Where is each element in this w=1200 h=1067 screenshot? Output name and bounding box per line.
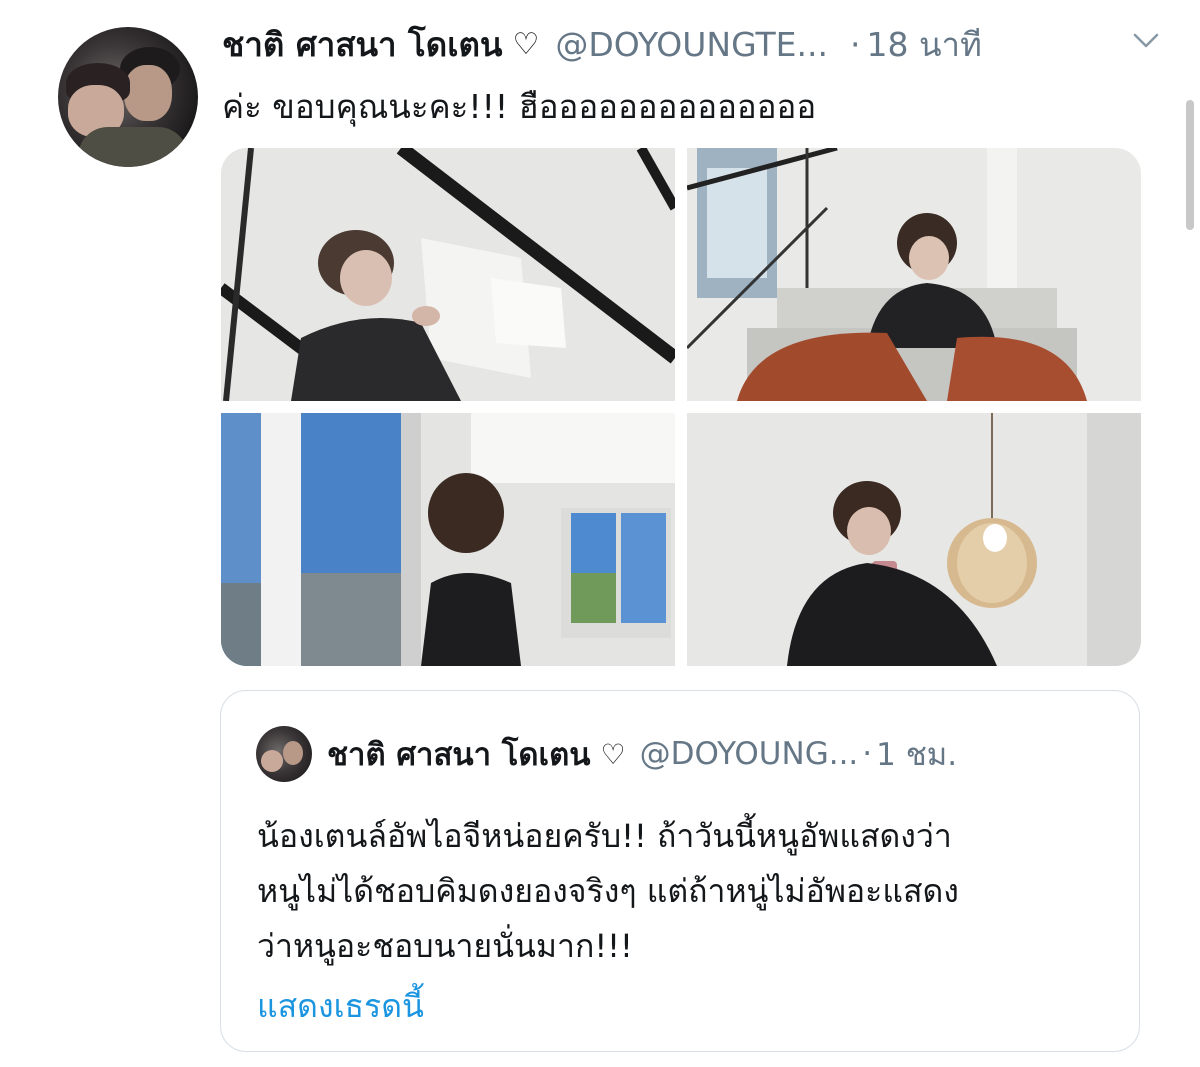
quote-text-line: น้องเตนล์อัพไอจีหน่อยครับ!! ถ้าวันนี้หนู… <box>257 817 952 855</box>
quote-user-handle[interactable]: @DOYOUNG... <box>640 736 859 772</box>
photo-2[interactable] <box>687 148 1141 401</box>
quote-header: ชาติ ศาสนา โดเตน ♡ @DOYOUNG... · 1 ชม. <box>327 731 957 777</box>
display-name[interactable]: ชาติ ศาสนา โดเตน <box>222 18 502 71</box>
chevron-down-icon[interactable] <box>1132 26 1160 54</box>
media-grid <box>221 148 1141 666</box>
tweet-text: ค่ะ ขอบคุณนะคะ!!! ฮืออออออออออออออ <box>222 87 817 126</box>
scrollbar[interactable] <box>1186 100 1194 230</box>
photo-1[interactable] <box>221 148 675 401</box>
separator-dot: · <box>850 24 861 64</box>
quote-avatar[interactable] <box>256 726 312 782</box>
quote-text-line: ว่าหนูอะชอบนายนั่นมาก!!! <box>257 927 633 965</box>
quote-timestamp[interactable]: 1 ชม. <box>876 729 957 779</box>
timestamp[interactable]: 18 นาที <box>867 18 982 71</box>
avatar[interactable] <box>58 27 198 167</box>
quote-text-line: หนูไม่ได้ชอบคิมดงยองจริงๆ แต่ถ้าหนู่ไม่อ… <box>257 872 959 910</box>
show-thread-link[interactable]: แสดงเธรดนี้ <box>257 981 424 1032</box>
heart-emoji: ♡ <box>512 26 540 62</box>
user-handle[interactable]: @DOYOUNGTE... <box>555 25 828 64</box>
quote-heart-emoji: ♡ <box>600 737 626 771</box>
quoted-tweet[interactable]: ชาติ ศาสนา โดเตน ♡ @DOYOUNG... · 1 ชม. น… <box>220 690 1140 1052</box>
photo-3[interactable] <box>221 413 675 666</box>
quote-text: น้องเตนล์อัพไอจีหน่อยครับ!! ถ้าวันนี้หนู… <box>257 809 1117 974</box>
quote-display-name[interactable]: ชาติ ศาสนา โดเตน <box>327 729 590 779</box>
photo-4[interactable] <box>687 413 1141 666</box>
tweet-header: ชาติ ศาสนา โดเตน ♡ @DOYOUNGTE... · 18 นา… <box>222 22 1160 66</box>
quote-separator-dot: · <box>862 736 873 772</box>
